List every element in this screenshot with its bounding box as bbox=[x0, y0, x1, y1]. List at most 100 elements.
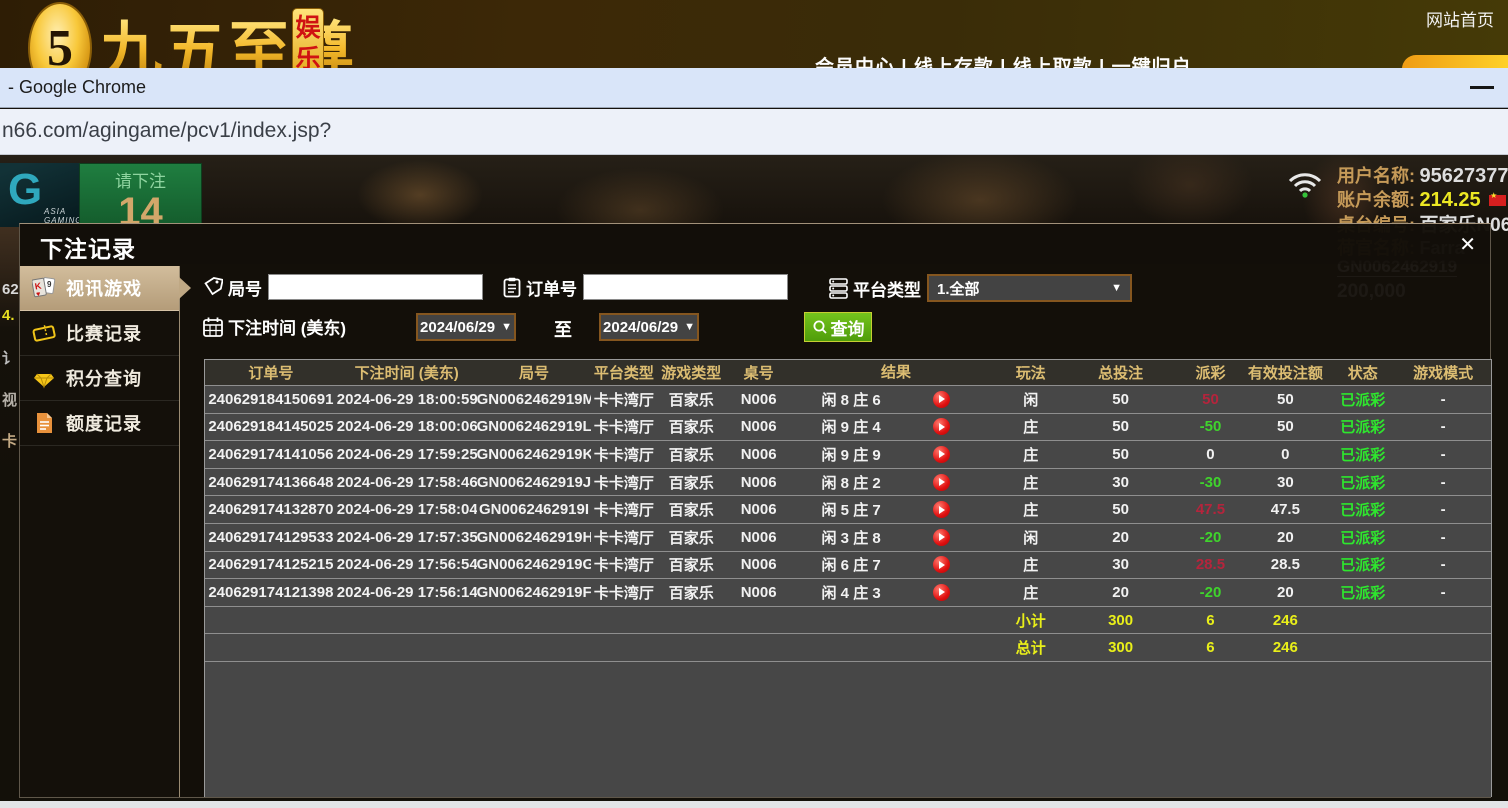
table-row: 240629174132870 2024-06-29 17:58:04 GN00… bbox=[205, 496, 1491, 524]
member-nav-links[interactable]: 会员中心 | 线上存款 | 线上取款 | 一键归户 bbox=[815, 52, 1192, 68]
cell-platform: 卡卡湾厅 bbox=[591, 499, 656, 520]
result-text: 闲 6 庄 7 bbox=[791, 554, 911, 575]
cell-play: 庄 bbox=[1001, 444, 1061, 465]
column-header: 有效投注额 bbox=[1240, 362, 1330, 383]
round-input[interactable] bbox=[268, 274, 483, 300]
sidebar-item-label: 额度记录 bbox=[66, 410, 142, 436]
subtotal-bet: 300 bbox=[1061, 612, 1181, 629]
column-header: 玩法 bbox=[1001, 362, 1061, 383]
cell-round: GN0062462919L bbox=[477, 418, 592, 435]
sidebar-item-cards[interactable]: 9K♥ 视讯游戏 bbox=[20, 266, 179, 311]
time-filter-label: 下注时间 (美东) bbox=[228, 314, 346, 339]
cell-table: N006 bbox=[726, 391, 791, 408]
platform-select[interactable]: 1.全部 ▼ bbox=[927, 274, 1132, 302]
bet-records-table: 订单号下注时间 (美东)局号平台类型游戏类型桌号结果玩法总投注派彩有效投注额状态… bbox=[204, 359, 1492, 797]
url-bar[interactable]: n66.com/agingame/pcv1/index.jsp? bbox=[0, 109, 1508, 155]
cell-result: 闲 5 庄 7 bbox=[791, 499, 1001, 520]
minimize-button[interactable] bbox=[1470, 86, 1494, 89]
close-icon[interactable]: ✕ bbox=[1459, 232, 1476, 257]
sidebar-item-diamond[interactable]: 积分查询 bbox=[20, 356, 179, 401]
replay-video-icon[interactable] bbox=[933, 474, 950, 491]
replay-video-icon[interactable] bbox=[933, 446, 950, 463]
cell-status: 已派彩 bbox=[1330, 472, 1395, 493]
time-filter-group: 下注时间 (美东) bbox=[203, 314, 352, 339]
replay-video-icon[interactable] bbox=[933, 391, 950, 408]
modal-sidebar: 9K♥ 视讯游戏 比赛记录 积分查询 额度记录 bbox=[20, 266, 180, 797]
cell-status: 已派彩 bbox=[1330, 416, 1395, 437]
date-range-to: 至 bbox=[554, 316, 572, 342]
svg-text:9: 9 bbox=[47, 280, 52, 289]
balance-row: 账户余额: 214.25 bbox=[1337, 186, 1506, 212]
sidebar-item-document[interactable]: 额度记录 bbox=[20, 401, 179, 446]
cell-time: 2024-06-29 17:59:25 bbox=[337, 446, 477, 463]
cell-platform: 卡卡湾厅 bbox=[591, 389, 656, 410]
window-title: - Google Chrome bbox=[8, 77, 146, 98]
cell-play: 闲 bbox=[1001, 389, 1061, 410]
cell-platform: 卡卡湾厅 bbox=[591, 582, 656, 603]
replay-video-icon[interactable] bbox=[933, 418, 950, 435]
total-row: 总计 300 6 246 bbox=[205, 634, 1491, 662]
cell-mode: - bbox=[1395, 418, 1491, 435]
cell-platform: 卡卡湾厅 bbox=[591, 472, 656, 493]
cell-result: 闲 9 庄 4 bbox=[791, 416, 1001, 437]
cell-table: N006 bbox=[726, 584, 791, 601]
cell-play: 庄 bbox=[1001, 499, 1061, 520]
logo-number: 5 bbox=[47, 19, 73, 69]
sidebar-item-ticket[interactable]: 比赛记录 bbox=[20, 311, 179, 356]
cell-mode: - bbox=[1395, 391, 1491, 408]
table-row: 240629174141056 2024-06-29 17:59:25 GN00… bbox=[205, 441, 1491, 469]
table-row: 240629184145025 2024-06-29 18:00:06 GN00… bbox=[205, 414, 1491, 442]
result-text: 闲 5 庄 7 bbox=[791, 499, 911, 520]
cell-platform: 卡卡湾厅 bbox=[591, 527, 656, 548]
cell-bet: 50 bbox=[1061, 501, 1181, 518]
date-to-select[interactable]: 2024/06/29▼ bbox=[599, 313, 699, 341]
result-text: 闲 8 庄 6 bbox=[791, 389, 911, 410]
site-header: 5 九五至尊 娱乐 网站首页 会员中心 | 线上存款 | 线上取款 | 一键归户 bbox=[0, 0, 1508, 68]
replay-video-icon[interactable] bbox=[933, 501, 950, 518]
cell-platform: 卡卡湾厅 bbox=[591, 554, 656, 575]
bet-records-modal: 下注记录 ✕ 9K♥ 视讯游戏 比赛记录 积分查询 额度记录 局号 订单号 bbox=[19, 223, 1491, 798]
cell-game: 百家乐 bbox=[656, 389, 726, 410]
column-header: 桌号 bbox=[726, 362, 791, 383]
cell-round: GN0062462919F bbox=[477, 584, 592, 601]
replay-video-icon[interactable] bbox=[933, 529, 950, 546]
url-text[interactable]: n66.com/agingame/pcv1/index.jsp? bbox=[2, 119, 331, 143]
diamond-icon bbox=[32, 366, 56, 390]
table-body: 240629184150691 2024-06-29 18:00:59 GN00… bbox=[205, 386, 1491, 607]
cell-order: 240629174132870 bbox=[205, 501, 337, 518]
date-from-value: 2024/06/29 bbox=[420, 319, 495, 336]
cell-payout: 28.5 bbox=[1181, 556, 1241, 573]
cell-order: 240629174125215 bbox=[205, 556, 337, 573]
cell-valid: 50 bbox=[1240, 391, 1330, 408]
platform-selected-value: 1.全部 bbox=[937, 278, 980, 299]
cell-mode: - bbox=[1395, 474, 1491, 491]
home-link[interactable]: 网站首页 bbox=[1426, 6, 1494, 31]
column-header: 游戏类型 bbox=[656, 362, 726, 383]
table-header-row: 订单号下注时间 (美东)局号平台类型游戏类型桌号结果玩法总投注派彩有效投注额状态… bbox=[205, 360, 1491, 386]
order-filter-group: 订单号 bbox=[503, 274, 788, 300]
clipboard-icon bbox=[503, 277, 521, 298]
date-from-select[interactable]: 2024/06/29▼ bbox=[416, 313, 516, 341]
replay-video-icon[interactable] bbox=[933, 556, 950, 573]
cell-time: 2024-06-29 17:58:04 bbox=[337, 501, 477, 518]
username-label: 用户名称: bbox=[1337, 166, 1415, 186]
cell-platform: 卡卡湾厅 bbox=[591, 416, 656, 437]
cell-mode: - bbox=[1395, 584, 1491, 601]
cell-status: 已派彩 bbox=[1330, 389, 1395, 410]
cell-round: GN0062462919H bbox=[477, 529, 592, 546]
username-value: 956273770 bbox=[1419, 165, 1508, 187]
edge-fragment: 讠 bbox=[2, 347, 17, 368]
bet-countdown-panel: 请下注 14 bbox=[79, 163, 202, 227]
cell-table: N006 bbox=[726, 474, 791, 491]
replay-video-icon[interactable] bbox=[933, 584, 950, 601]
cell-status: 已派彩 bbox=[1330, 499, 1395, 520]
round-filter-label: 局号 bbox=[228, 275, 262, 300]
cell-round: GN0062462919G bbox=[477, 556, 592, 573]
search-button[interactable]: 查询 bbox=[804, 312, 872, 342]
promo-button[interactable] bbox=[1402, 55, 1508, 68]
order-input[interactable] bbox=[583, 274, 788, 300]
column-header: 订单号 bbox=[205, 362, 337, 383]
cell-time: 2024-06-29 17:57:35 bbox=[337, 529, 477, 546]
bet-prompt-label: 请下注 bbox=[80, 167, 201, 192]
cell-time: 2024-06-29 17:56:14 bbox=[337, 584, 477, 601]
